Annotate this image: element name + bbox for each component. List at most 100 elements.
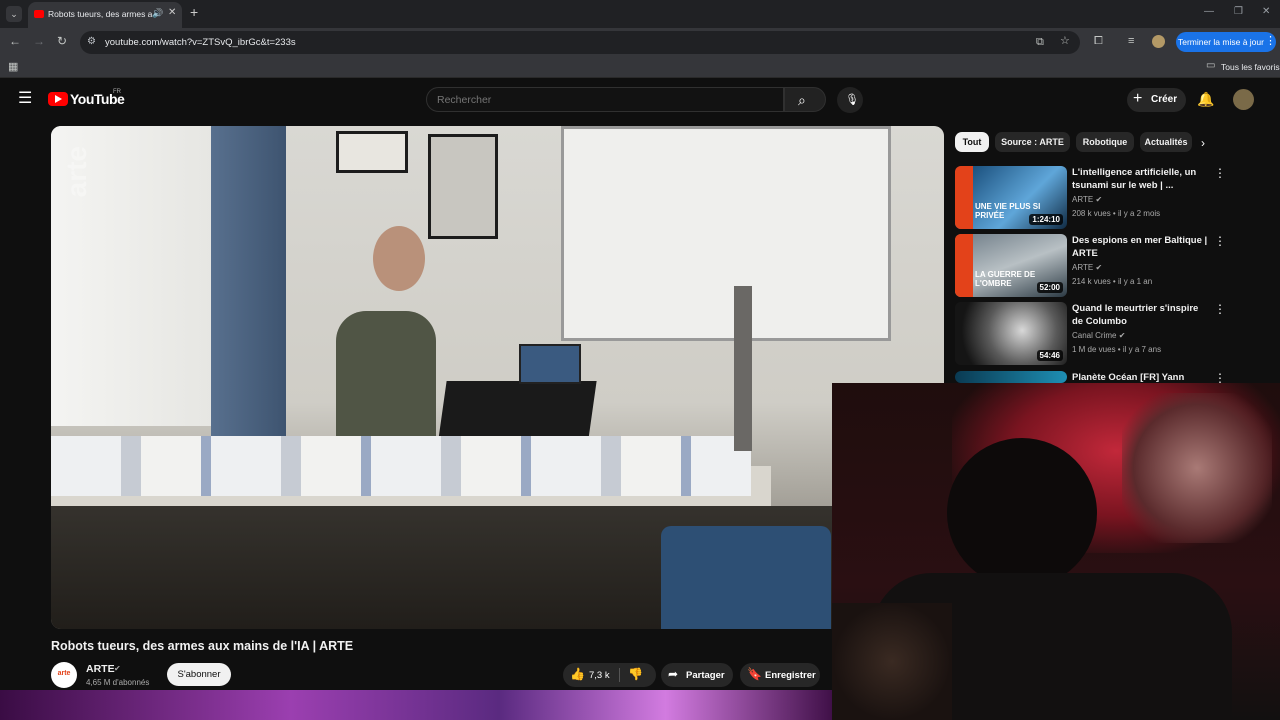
recommendation-meta: 214 k vues • il y a 1 an <box>1072 277 1153 286</box>
bookmark-star-icon[interactable]: ☆ <box>1060 36 1070 47</box>
channel-name: ARTE <box>1072 263 1094 272</box>
search-button[interactable]: ⌕ <box>784 87 826 112</box>
video-player[interactable]: arte <box>51 126 944 629</box>
speaker-icon[interactable]: 🔊 <box>152 8 163 19</box>
recommendation-title[interactable]: Des espions en mer Baltique | ARTE <box>1072 234 1212 260</box>
forward-icon[interactable]: → <box>33 35 45 47</box>
reading-list-icon[interactable]: ≡ <box>1128 36 1134 47</box>
hamburger-menu-icon[interactable]: ☰ <box>18 91 32 107</box>
more-actions-icon[interactable]: ⋮ <box>1214 302 1226 316</box>
chevron-right-icon[interactable]: › <box>1201 136 1205 150</box>
user-avatar[interactable] <box>1233 89 1254 110</box>
person-head <box>947 438 1097 588</box>
play-icon <box>55 95 62 103</box>
video-thumbnail[interactable]: LA GUERRE DE L'OMBRE 52:00 <box>955 234 1067 297</box>
subscriber-count: 4,65 M d'abonnés <box>86 678 150 687</box>
decor <box>832 603 952 720</box>
update-button[interactable]: Terminer la mise à jour <box>1176 32 1276 52</box>
browser-tab[interactable]: Robots tueurs, des armes a 🔊 ✕ <box>28 2 182 28</box>
reload-icon[interactable]: ↻ <box>57 35 67 47</box>
poster-face <box>1122 393 1272 543</box>
install-app-icon[interactable]: ⧉ <box>1036 37 1044 48</box>
thumbs-down-icon[interactable]: 👎 <box>628 667 643 681</box>
video-duration: 1:24:10 <box>1029 214 1063 225</box>
new-tab-button[interactable]: + <box>190 5 198 19</box>
restore-button[interactable]: ❐ <box>1234 6 1243 17</box>
chip-robotique[interactable]: Robotique <box>1076 132 1134 152</box>
recommendation-title[interactable]: L'intelligence artificielle, un tsunami … <box>1072 166 1212 192</box>
save-label: Enregistrer <box>765 670 816 681</box>
person <box>336 311 436 446</box>
recommendation-item[interactable]: UNE VIE PLUS SI PRIVÉE 1:24:10 L'intelli… <box>955 166 1275 230</box>
lamp-stand <box>734 286 752 451</box>
tab-strip: ⌄ Robots tueurs, des armes a 🔊 ✕ + — ❐ ✕ <box>0 0 1280 28</box>
back-icon[interactable]: ← <box>9 35 21 47</box>
thumbnail-text: LA GUERRE DE L'OMBRE <box>975 270 1036 288</box>
channel-name: ARTE <box>1072 195 1094 204</box>
video-duration: 52:00 <box>1036 282 1063 293</box>
recommendation-channel[interactable]: Canal Crime ✔ <box>1072 331 1125 340</box>
wall-picture <box>336 131 408 173</box>
recommendation-item[interactable]: LA GUERRE DE L'OMBRE 52:00 Des espions e… <box>955 234 1275 298</box>
share-icon: ➦ <box>668 667 679 681</box>
subscribe-button[interactable]: S'abonner <box>167 663 231 686</box>
create-label: Créer <box>1151 94 1178 105</box>
folder-icon: ▭ <box>1206 60 1216 71</box>
voice-search-button[interactable]: 🎙 <box>837 87 863 113</box>
recommendation-title[interactable]: Quand le meurtrier s'inspire de Columbo <box>1072 302 1212 328</box>
overlay-background-strip <box>0 690 832 720</box>
more-menu-icon[interactable]: ⋮ <box>1265 34 1276 47</box>
browser-toolbar: ← → ↻ ⚙ youtube.com/watch?v=ZTSvQ_ibrGc&… <box>0 28 1280 56</box>
laptop-screen <box>519 344 581 384</box>
blue-chair <box>661 526 831 629</box>
recommendation-item[interactable]: 54:46 Quand le meurtrier s'inspire de Co… <box>955 302 1275 366</box>
youtube-favicon-icon <box>34 10 44 18</box>
minimize-button[interactable]: — <box>1204 6 1214 17</box>
channel-name[interactable]: ARTE <box>86 663 115 675</box>
url-text[interactable]: youtube.com/watch?v=ZTSvQ_ibrGc&t=233s <box>105 37 296 48</box>
video-thumbnail[interactable]: UNE VIE PLUS SI PRIVÉE 1:24:10 <box>955 166 1067 229</box>
tab-search-button[interactable]: ⌄ <box>6 6 22 22</box>
recommendation-channel[interactable]: ARTE ✔ <box>1072 195 1102 204</box>
recommendation-meta: 208 k vues • il y a 2 mois <box>1072 209 1161 218</box>
verified-badge-icon: ✔ <box>1095 263 1103 272</box>
more-actions-icon[interactable]: ⋮ <box>1214 166 1226 180</box>
recommendation-channel[interactable]: ARTE ✔ <box>1072 263 1102 272</box>
verified-badge-icon: ✔ <box>1118 331 1126 340</box>
chip-all[interactable]: Tout <box>955 132 989 152</box>
all-bookmarks-link[interactable]: Tous les favoris <box>1221 62 1280 72</box>
chip-actualites[interactable]: Actualités <box>1140 132 1192 152</box>
recommendation-item[interactable]: Planète Océan [FR] Yann ⋮ <box>955 371 1275 385</box>
whiteboard <box>561 126 891 341</box>
profile-avatar[interactable] <box>1152 35 1165 48</box>
youtube-logo-icon[interactable] <box>48 92 68 106</box>
webcam-overlay <box>832 383 1280 720</box>
chip-source-arte[interactable]: Source : ARTE <box>995 132 1070 152</box>
thumbs-up-icon[interactable]: 👍 <box>570 667 585 681</box>
channel-avatar[interactable]: arte <box>51 662 77 688</box>
search-input[interactable] <box>437 94 767 106</box>
person-head <box>373 226 425 291</box>
like-dislike-group: 👍 7,3 k 👎 <box>563 663 656 687</box>
close-window-button[interactable]: ✕ <box>1262 6 1270 17</box>
tab-title: Robots tueurs, des armes a <box>48 9 153 19</box>
close-tab-icon[interactable]: ✕ <box>168 7 176 18</box>
save-button[interactable]: 🔖 Enregistrer <box>740 663 820 687</box>
video-thumbnail[interactable]: 54:46 <box>955 302 1067 365</box>
apps-grid-icon[interactable]: ▦ <box>8 60 18 73</box>
more-actions-icon[interactable]: ⋮ <box>1214 234 1226 248</box>
arte-logo: arte <box>57 670 71 677</box>
recommendation-meta: 1 M de vues • il y a 7 ans <box>1072 345 1162 354</box>
site-info-icon[interactable]: ⚙ <box>87 36 96 47</box>
microphone-icon: 🎙 <box>845 94 859 106</box>
video-thumbnail[interactable] <box>955 371 1067 383</box>
channel-name: Canal Crime <box>1072 331 1117 340</box>
extensions-icon[interactable]: ⧠ <box>1094 36 1103 47</box>
search-box[interactable] <box>426 87 784 112</box>
address-bar[interactable]: ⚙ youtube.com/watch?v=ZTSvQ_ibrGc&t=233s… <box>80 31 1080 54</box>
share-button[interactable]: ➦ Partager <box>661 663 733 687</box>
like-count[interactable]: 7,3 k <box>589 670 610 681</box>
create-button[interactable]: + Créer <box>1127 88 1186 112</box>
notifications-bell-icon[interactable]: 🔔 <box>1197 91 1214 108</box>
bookmarks-bar: ▦ ▭ Tous les favoris <box>0 56 1280 78</box>
